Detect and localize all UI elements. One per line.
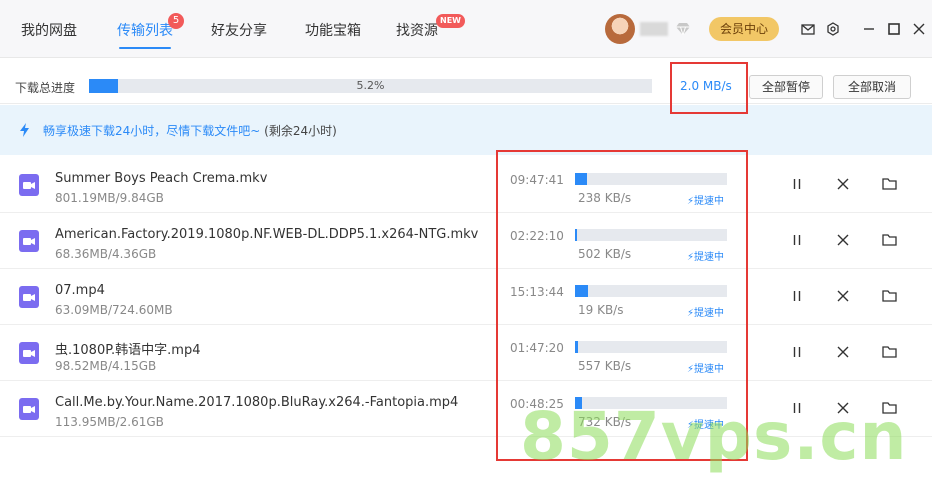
cancel-icon[interactable] <box>836 345 850 359</box>
mail-icon[interactable] <box>801 22 815 36</box>
folder-icon[interactable] <box>882 345 897 359</box>
banner-text: 畅享极速下载24小时，尽情下载文件吧~ <box>43 124 261 138</box>
tab-my-drive[interactable]: 我的网盘 <box>21 20 77 40</box>
top-nav: 我的网盘 传输列表 5 好友分享 功能宝箱 找资源 NEW 会员中心 <box>0 0 932 58</box>
tab-find-resources[interactable]: 找资源 <box>396 20 438 40</box>
total-progress-percent: 5.2% <box>356 79 385 92</box>
new-badge: NEW <box>436 14 465 28</box>
total-progress-label: 下载总进度 <box>15 81 76 95</box>
file-size: 63.09MB/724.60MB <box>55 303 173 317</box>
cancel-icon[interactable] <box>836 233 850 247</box>
download-row[interactable]: 07.mp4 63.09MB/724.60MB 15:13:44 19 KB/s… <box>0 269 932 325</box>
avatar[interactable] <box>605 14 635 44</box>
file-name: American.Factory.2019.1080p.NF.WEB-DL.DD… <box>55 227 479 242</box>
file-size: 801.19MB/9.84GB <box>55 191 164 205</box>
minimize-icon[interactable] <box>862 22 876 36</box>
file-name: Call.Me.by.Your.Name.2017.1080p.BluRay.x… <box>55 395 459 410</box>
file-name: 虫.1080P.韩语中字.mp4 <box>55 343 201 358</box>
video-file-icon <box>19 342 39 364</box>
download-row[interactable]: 虫.1080P.韩语中字.mp4 98.52MB/4.15GB 01:47:20… <box>0 325 932 381</box>
file-name: Summer Boys Peach Crema.mkv <box>55 171 268 186</box>
diamond-icon <box>676 23 690 35</box>
pause-all-button[interactable]: 全部暂停 <box>749 75 823 99</box>
video-file-icon <box>19 398 39 420</box>
download-row[interactable]: American.Factory.2019.1080p.NF.WEB-DL.DD… <box>0 213 932 269</box>
file-size: 68.36MB/4.36GB <box>55 247 157 261</box>
video-file-icon <box>19 230 39 252</box>
tab-transfer-list[interactable]: 传输列表 <box>117 20 173 49</box>
pause-icon[interactable] <box>790 289 804 303</box>
download-row[interactable]: Summer Boys Peach Crema.mkv 801.19MB/9.8… <box>0 157 932 213</box>
cancel-all-button[interactable]: 全部取消 <box>833 75 911 99</box>
settings-icon[interactable] <box>826 22 840 36</box>
banner-message: 畅享极速下载24小时，尽情下载文件吧~ (剩余24小时) <box>43 122 337 139</box>
pause-icon[interactable] <box>790 233 804 247</box>
pause-icon[interactable] <box>790 177 804 191</box>
file-size: 98.52MB/4.15GB <box>55 359 157 373</box>
file-name: 07.mp4 <box>55 283 105 298</box>
video-file-icon <box>19 286 39 308</box>
speedup-banner: 畅享极速下载24小时，尽情下载文件吧~ (剩余24小时) <box>0 105 932 155</box>
folder-icon[interactable] <box>882 233 897 247</box>
folder-icon[interactable] <box>882 289 897 303</box>
vip-center-button[interactable]: 会员中心 <box>709 17 779 41</box>
video-file-icon <box>19 174 39 196</box>
tab-toolbox[interactable]: 功能宝箱 <box>305 20 361 40</box>
annotation-box-speed <box>670 62 748 114</box>
tab-friend-share[interactable]: 好友分享 <box>211 20 267 40</box>
close-icon[interactable] <box>912 22 926 36</box>
watermark: 857vps.cn <box>520 398 908 475</box>
cancel-icon[interactable] <box>836 289 850 303</box>
lightning-icon <box>20 123 29 137</box>
transfer-count-badge: 5 <box>168 13 184 29</box>
total-progress-bar: 5.2% <box>89 79 652 93</box>
maximize-icon[interactable] <box>887 22 901 36</box>
username-blurred <box>640 22 668 36</box>
file-size: 113.95MB/2.61GB <box>55 415 164 429</box>
pause-icon[interactable] <box>790 345 804 359</box>
cancel-icon[interactable] <box>836 177 850 191</box>
banner-remaining: (剩余24小时) <box>264 124 337 138</box>
folder-icon[interactable] <box>882 177 897 191</box>
